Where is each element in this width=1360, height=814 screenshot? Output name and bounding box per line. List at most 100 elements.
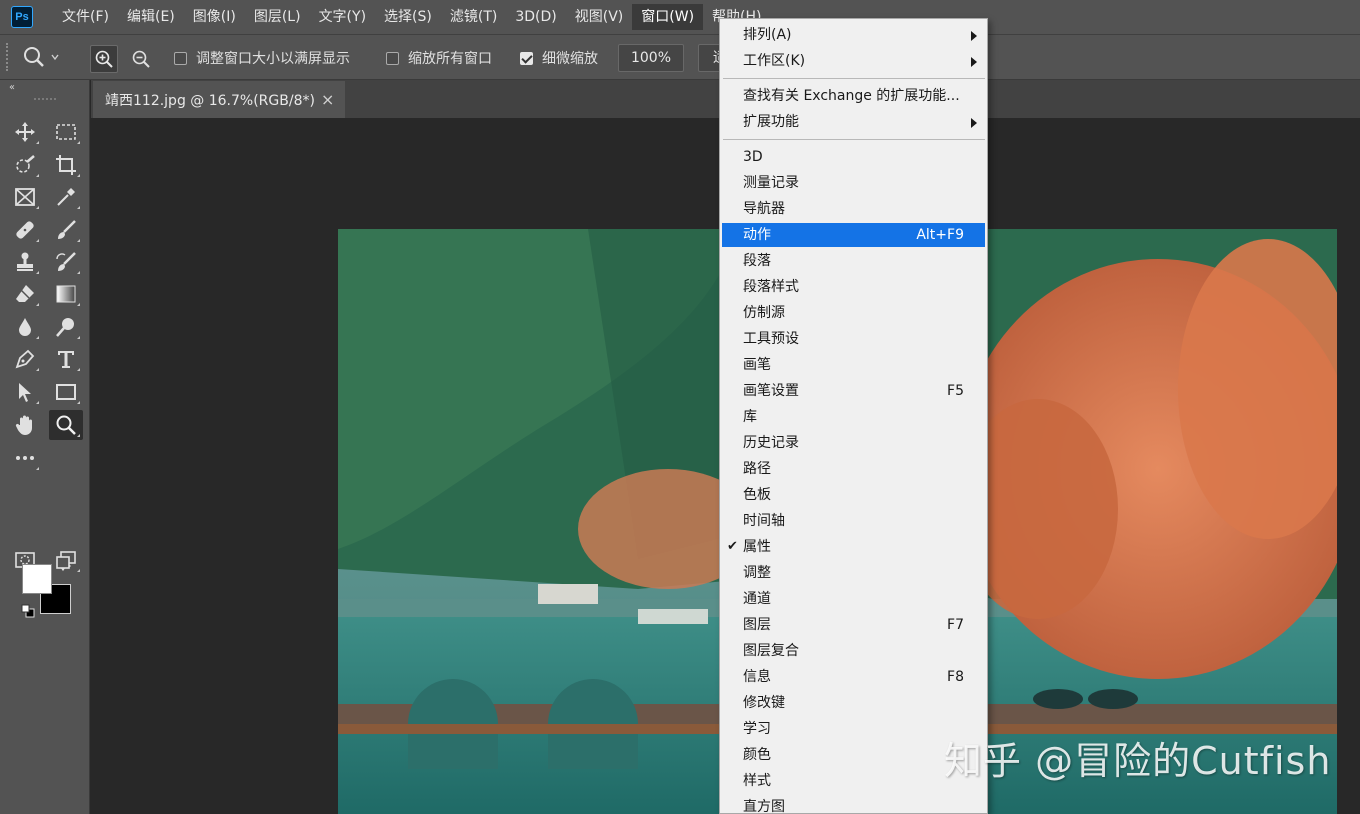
marquee-tool[interactable]	[49, 117, 83, 147]
window-menu-item[interactable]: 画笔	[722, 353, 985, 377]
window-menu-item-label: 样式	[743, 773, 771, 789]
history-brush-tool[interactable]	[49, 247, 83, 277]
window-menu-item[interactable]: 调整	[722, 561, 985, 585]
menu-item[interactable]: 选择(S)	[375, 4, 441, 30]
default-colors-icon[interactable]	[21, 604, 35, 618]
edit-toolbar-button[interactable]	[8, 443, 42, 473]
scrubby-zoom-checkbox-box[interactable]	[520, 51, 533, 65]
close-icon[interactable]: ×	[321, 90, 334, 109]
window-menu-item[interactable]: 直方图	[722, 795, 985, 814]
submenu-arrow-icon	[971, 31, 977, 41]
rectangle-tool[interactable]	[49, 377, 83, 407]
window-menu-item[interactable]: 信息 F8	[722, 665, 985, 689]
menu-item[interactable]: 文件(F)	[53, 4, 118, 30]
zoom-in-button[interactable]	[90, 45, 118, 73]
window-menu-item[interactable]: 动作 Alt+F9	[722, 223, 985, 247]
menu-separator	[723, 78, 985, 79]
window-menu-item-label: 信息	[743, 669, 771, 685]
window-menu-item-label: 库	[743, 409, 757, 425]
window-menu-item[interactable]: 工具预设	[722, 327, 985, 351]
zoom-all-checkbox-box[interactable]	[386, 51, 399, 65]
tool-preset-picker[interactable]	[22, 43, 74, 71]
move-tool[interactable]	[8, 117, 42, 147]
menu-separator	[723, 139, 985, 140]
scrubby-zoom-checkbox[interactable]: 细微缩放	[520, 48, 598, 68]
window-menu-item[interactable]: 库	[722, 405, 985, 429]
tools-panel: ‹‹	[0, 80, 90, 814]
dodge-tool[interactable]	[49, 312, 83, 342]
zoom-out-button[interactable]	[127, 45, 155, 73]
options-bar: 调整窗口大小以满屏显示 缩放所有窗口 细微缩放 100% 适	[0, 34, 1360, 80]
magnifier-icon	[56, 415, 76, 435]
window-menu-item[interactable]: 查找有关 Exchange 的扩展功能...	[722, 84, 985, 108]
menu-item[interactable]: 窗口(W)	[632, 4, 704, 30]
fit-screen-checkbox-box[interactable]	[174, 51, 187, 65]
window-menu-item[interactable]: 通道	[722, 587, 985, 611]
frame-tool[interactable]	[8, 182, 42, 212]
eyedropper-tool[interactable]	[49, 182, 83, 212]
window-menu-item[interactable]: 修改键	[722, 691, 985, 715]
window-menu-item[interactable]: 色板	[722, 483, 985, 507]
blur-tool[interactable]	[8, 312, 42, 342]
crop-tool[interactable]	[49, 150, 83, 180]
checkmark-icon: ✔	[727, 539, 738, 554]
hand-icon	[15, 415, 32, 435]
zoom-tool-icon	[24, 47, 44, 67]
menu-item[interactable]: 图像(I)	[184, 4, 245, 30]
window-menu-item[interactable]: 历史记录	[722, 431, 985, 455]
hand-tool[interactable]	[8, 410, 42, 440]
window-menu-item-label: 通道	[743, 591, 771, 607]
shortcut-label: F7	[947, 617, 964, 633]
window-menu-item-label: 修改键	[743, 695, 785, 711]
window-menu-item-label: 直方图	[743, 799, 785, 814]
menu-item[interactable]: 3D(D)	[506, 4, 565, 30]
zoom-all-checkbox[interactable]: 缩放所有窗口	[386, 48, 492, 68]
window-menu-item[interactable]: 导航器	[722, 197, 985, 221]
water-drop-icon	[19, 318, 31, 336]
window-menu-item[interactable]: 工作区(K)	[722, 49, 985, 73]
window-menu-item[interactable]: 排列(A)	[722, 23, 985, 47]
menu-item[interactable]: 视图(V)	[566, 4, 633, 30]
screen-mode-icon	[56, 551, 76, 569]
zoom-100-button[interactable]: 100%	[618, 44, 684, 72]
menu-item[interactable]: 滤镜(T)	[441, 4, 506, 30]
menu-item[interactable]: 编辑(E)	[118, 4, 184, 30]
gradient-tool[interactable]	[49, 279, 83, 309]
document-tab[interactable]: 靖西112.jpg @ 16.7%(RGB/8*) ×	[93, 81, 345, 118]
eraser-tool[interactable]	[8, 279, 42, 309]
foreground-color-swatch[interactable]	[22, 564, 52, 594]
menu-item[interactable]: 图层(L)	[245, 4, 310, 30]
lasso-tool[interactable]	[8, 150, 42, 180]
frame-icon	[15, 188, 35, 206]
window-menu-item[interactable]: 属性 ✔	[722, 535, 985, 559]
screen-mode-button[interactable]	[49, 545, 83, 575]
window-menu-item[interactable]: 段落样式	[722, 275, 985, 299]
path-select-tool[interactable]	[8, 377, 42, 407]
window-menu-item[interactable]: 扩展功能	[722, 110, 985, 134]
window-menu-item[interactable]: 图层复合	[722, 639, 985, 663]
scrubby-zoom-label: 细微缩放	[542, 51, 598, 67]
pen-tool[interactable]	[8, 344, 42, 374]
type-tool[interactable]	[49, 344, 83, 374]
window-menu-item-label: 3D	[743, 149, 763, 165]
window-menu-item[interactable]: 测量记录	[722, 171, 985, 195]
window-menu-dropdown: 排列(A) 工作区(K) 查找有关 Exchange 的扩展功能... 扩展功能 3D 测…	[719, 18, 988, 814]
brush-tool[interactable]	[49, 215, 83, 245]
submenu-arrow-icon	[971, 57, 977, 67]
window-menu-item[interactable]: 图层 F7	[722, 613, 985, 637]
menu-item[interactable]: 文字(Y)	[310, 4, 375, 30]
tools-panel-grip[interactable]	[34, 98, 56, 102]
window-menu-item[interactable]: 画笔设置 F5	[722, 379, 985, 403]
window-menu-item[interactable]: 段落	[722, 249, 985, 273]
zoom-tool[interactable]	[49, 410, 83, 440]
window-menu-item-label: 段落	[743, 253, 771, 269]
window-menu-item[interactable]: 仿制源	[722, 301, 985, 325]
stamp-tool[interactable]	[8, 247, 42, 277]
window-menu-item[interactable]: 路径	[722, 457, 985, 481]
collapse-panel-button[interactable]: ‹‹	[9, 82, 15, 93]
fit-screen-checkbox[interactable]: 调整窗口大小以满屏显示	[174, 48, 350, 68]
healing-tool[interactable]	[8, 215, 42, 245]
window-menu-item[interactable]: 时间轴	[722, 509, 985, 533]
window-menu-item[interactable]: 3D	[722, 145, 985, 169]
options-bar-grip[interactable]	[6, 43, 10, 71]
